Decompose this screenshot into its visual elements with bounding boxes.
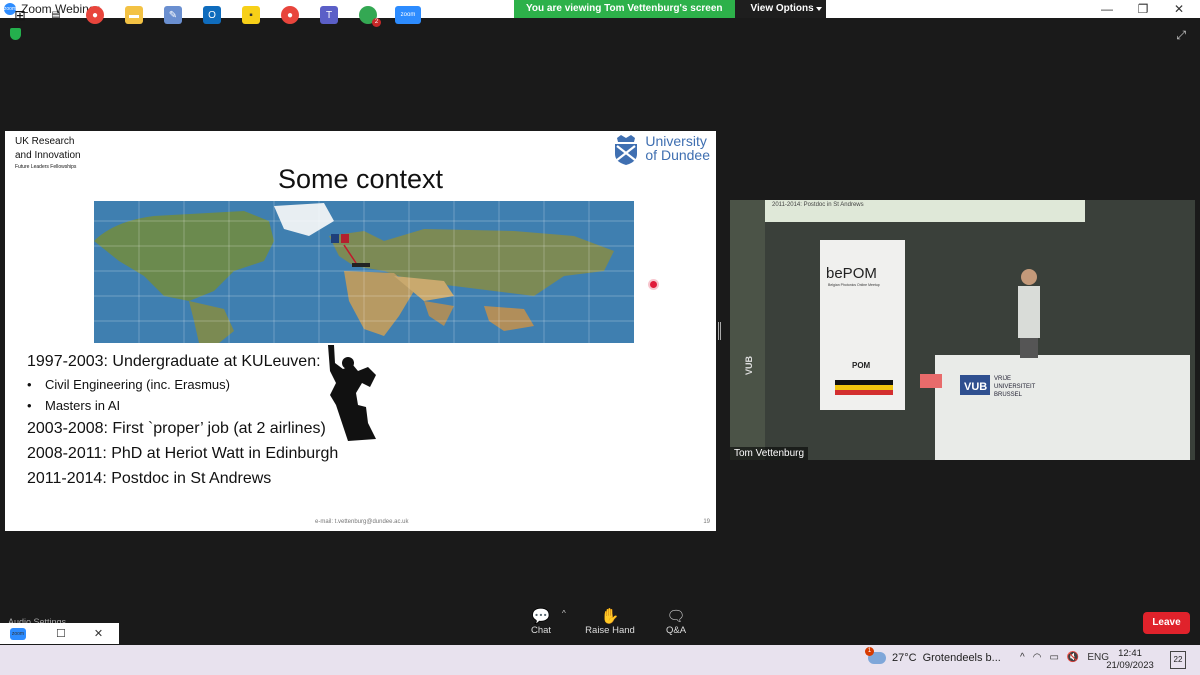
security-shield-icon [10,28,21,40]
screen-share-banner: You are viewing Tom Vettenburg's screen … [514,0,826,18]
bepom-banner-sub: Belgian Photonics Online Meetup [828,283,880,287]
bullet-sub: Civil Engineering (inc. Erasmus) [27,374,338,395]
slide-footer-email: e-mail: t.vettenburg@dundee.ac.uk [315,519,409,525]
raise-hand-icon: ✋ [600,608,620,625]
paint-icon[interactable]: ✎ [164,6,182,24]
network-icon[interactable]: ▭ [1049,652,1058,663]
mini-close-icon[interactable]: ✕ [94,627,103,640]
weather-badge: 1 [865,647,874,656]
uni-line-2: of Dundee [645,147,710,163]
participant-name-tag: Tom Vettenburg [730,447,809,460]
pom-banner-text: POM [852,361,871,370]
file-explorer-icon[interactable]: ▬ [125,6,143,24]
dundee-crest-icon [615,135,638,165]
restore-button[interactable]: ❐ [1126,0,1160,18]
slack-icon[interactable]: 2 [359,6,381,27]
chrome-2-icon[interactable]: ● [281,6,299,24]
teams-icon[interactable]: T [320,6,338,24]
world-map [94,201,634,343]
volume-icon[interactable]: 🔇 [1067,652,1079,663]
bullet-sub: Masters in AI [27,395,338,416]
view-options-button[interactable]: View Options [734,0,826,18]
weather-cloud-icon: 1 [865,647,886,664]
tray-overflow-icon[interactable]: ^ [1020,652,1025,663]
world-map-image [94,201,634,343]
projected-slide-text: 2011-2014: Postdoc in St Andrews [772,202,864,208]
sticky-notes-icon[interactable]: ▪ [242,6,260,24]
slide-page-number: 19 [703,519,710,525]
qa-icon: 🗨 [666,608,686,625]
qa-label: Q&A [665,625,687,636]
student-statue-silhouette-icon [328,345,376,441]
teams-badge: 2 [372,18,381,27]
lectern-text-2: UNIVERSITEIT [994,384,1036,390]
zoom-mini-icon: zoom [10,627,26,640]
bullet-main: 2011-2014: Postdoc in St Andrews [27,470,272,487]
weather-widget[interactable]: 1 27°C Grotendeels b... [865,647,1001,664]
weather-description: Grotendeels b... [922,652,1001,664]
mini-restore-icon[interactable]: ☐ [56,627,66,640]
notification-center-button[interactable]: 22 [1170,651,1186,669]
zoom-taskbar-icon[interactable]: zoom [395,6,421,24]
chat-label: Chat [530,625,552,636]
org-line-2: and Innovation [15,150,81,161]
bullet-main: 2003-2008: First `proper’ job (at 2 airl… [27,420,326,437]
slide-title: Some context [277,164,444,194]
qa-button[interactable]: 🗨 Q&A [646,607,706,636]
side-banner-text: VUB [744,355,754,375]
clock-time: 12:41 [1118,648,1142,659]
slide-bullet-list: 1997-2003: Undergraduate at KULeuven: Ci… [27,349,338,491]
panel-resize-handle[interactable] [718,322,721,340]
minimize-button[interactable]: — [1090,0,1124,18]
bullet-main: 2008-2011: PhD at Heriot Watt in Edinbur… [27,445,339,462]
weather-temp: 27°C [892,652,917,664]
task-view-icon[interactable]: ▤ [47,6,65,24]
windows-start-icon[interactable]: ⊞ [11,6,29,24]
close-button[interactable]: ✕ [1162,0,1196,18]
bullet-main: 1997-2003: Undergraduate at KULeuven: [27,353,321,370]
university-logo: University of Dundee [613,134,710,166]
viewing-message: You are viewing Tom Vettenburg's screen [514,0,735,18]
system-tray: ^ ◠ ▭ 🔇 ENG [1020,652,1109,663]
taskbar-clock[interactable]: 12:41 21/09/2023 [1105,648,1155,672]
speaker-video: 2011-2014: Postdoc in St Andrews VUB beP… [730,200,1195,460]
lectern-vub-logo: VUB [964,381,987,393]
minimized-zoom-window[interactable]: zoom ☐ ✕ [0,623,119,644]
raise-hand-button[interactable]: ✋ Raise Hand [580,607,640,636]
clock-date: 21/09/2023 [1106,660,1154,671]
uni-line-1: University [645,133,707,149]
raise-hand-label: Raise Hand [585,625,635,636]
bepom-banner-logo: bePOM [826,265,877,282]
lectern-text-3: BRUSSEL [994,392,1023,398]
shared-slide: UK Research and Innovation Future Leader… [5,131,716,531]
lectern-text-1: VRIJE [994,376,1011,382]
outlook-icon[interactable]: O [203,6,221,24]
chrome-icon[interactable]: ● [86,6,104,24]
expand-icon[interactable]: ⤢ [1176,28,1186,43]
laser-pointer [650,281,657,288]
leave-button[interactable]: Leave [1143,612,1190,634]
chat-options-caret-icon[interactable]: ^ [562,609,566,618]
wifi-icon[interactable]: ◠ [1033,652,1042,663]
org-line-1: UK Research [15,136,75,147]
